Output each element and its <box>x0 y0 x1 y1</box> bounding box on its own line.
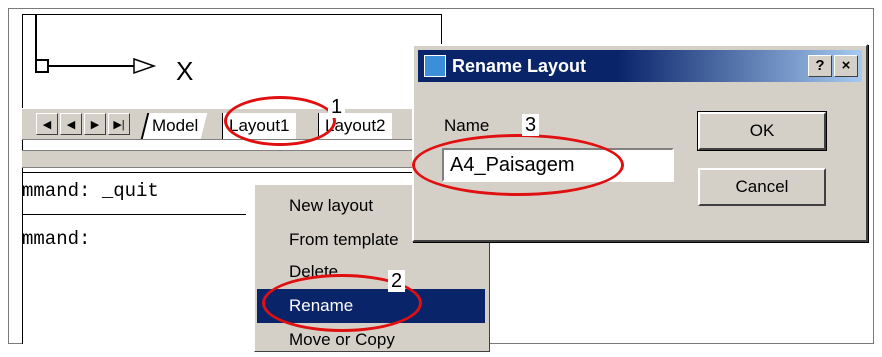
x-axis-label: X <box>176 56 194 86</box>
first-tab-button[interactable]: ◀ <box>36 113 58 135</box>
last-tab-button[interactable]: ▶| <box>108 113 130 135</box>
name-label: Name <box>444 116 490 135</box>
dialog-title: Rename Layout <box>452 56 587 76</box>
command-line-2[interactable]: mmand: <box>22 228 90 250</box>
left-arrow-icon: ◀ <box>42 118 52 131</box>
horizontal-scrollbar[interactable] <box>22 150 442 168</box>
tab-layout1-label: Layout1 <box>229 116 290 135</box>
tab-model[interactable]: Model <box>140 113 208 139</box>
prev-tab-button[interactable]: ◀ <box>60 113 82 135</box>
close-button[interactable]: × <box>834 55 858 77</box>
right-arrow-icon: ▶ <box>90 118 100 131</box>
menu-item-delete[interactable]: Delete <box>257 255 485 289</box>
command-line-1: mmand: _quit <box>22 180 159 202</box>
layout-tab-bar: ◀ ◀ ▶ ▶| Model Layout1 Layout2 <box>22 108 442 140</box>
ok-button[interactable]: OK <box>697 111 827 151</box>
layout-app-icon <box>424 55 446 77</box>
tab-layout2-label: Layout2 <box>325 116 386 135</box>
tab-layout1[interactable]: Layout1 <box>222 113 296 139</box>
help-button[interactable]: ? <box>808 55 832 77</box>
next-tab-button[interactable]: ▶ <box>84 113 106 135</box>
command-separator <box>22 214 246 215</box>
annotation-number-3: 3 <box>522 114 540 136</box>
cancel-button[interactable]: Cancel <box>698 168 826 206</box>
last-arrow-icon: ▶| <box>113 118 125 131</box>
annotation-number-2: 2 <box>388 270 406 292</box>
rename-layout-dialog: Rename Layout ? × Name OK Cancel <box>412 44 868 242</box>
annotation-number-1: 1 <box>328 96 346 118</box>
name-input[interactable] <box>442 148 674 182</box>
tab-model-label: Model <box>152 116 199 135</box>
dialog-titlebar[interactable]: Rename Layout ? × <box>418 50 862 82</box>
left-arrow-icon: ◀ <box>66 118 76 131</box>
ucs-icon <box>35 14 157 75</box>
menu-item-rename[interactable]: Rename <box>257 289 485 323</box>
